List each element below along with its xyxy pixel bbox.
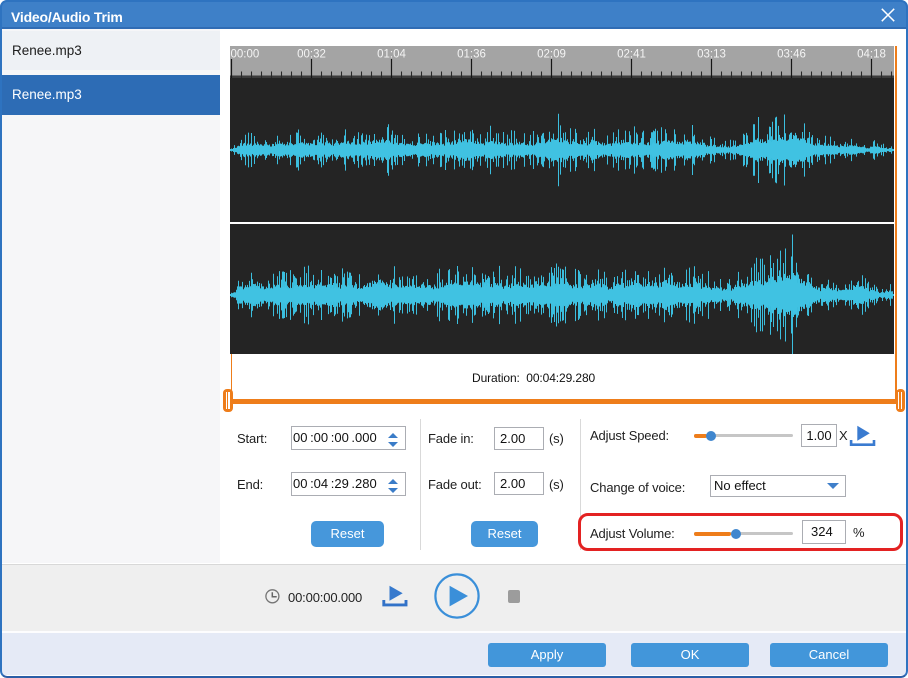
svg-text:04:18: 04:18	[857, 49, 886, 61]
svg-text:00:32: 00:32	[297, 49, 326, 61]
svg-text:03:46: 03:46	[777, 49, 806, 61]
svg-text:03:13: 03:13	[697, 49, 726, 61]
svg-text:00:00: 00:00	[231, 49, 260, 61]
svg-text:01:36: 01:36	[457, 49, 486, 61]
svg-text:02:09: 02:09	[537, 49, 566, 61]
svg-text:02:41: 02:41	[617, 49, 646, 61]
svg-text:01:04: 01:04	[377, 49, 406, 61]
